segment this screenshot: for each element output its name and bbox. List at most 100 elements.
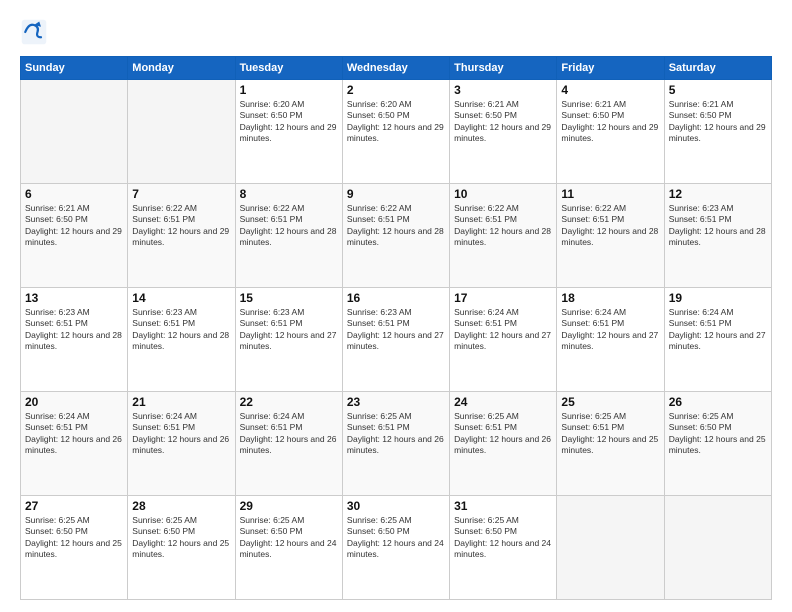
day-number: 5: [669, 83, 767, 97]
day-number: 7: [132, 187, 230, 201]
day-number: 27: [25, 499, 123, 513]
day-info: Sunrise: 6:25 AMSunset: 6:50 PMDaylight:…: [240, 515, 338, 561]
day-info: Sunrise: 6:25 AMSunset: 6:51 PMDaylight:…: [454, 411, 552, 457]
header: [20, 18, 772, 46]
day-number: 8: [240, 187, 338, 201]
calendar-cell: 18Sunrise: 6:24 AMSunset: 6:51 PMDayligh…: [557, 288, 664, 392]
calendar-table: SundayMondayTuesdayWednesdayThursdayFrid…: [20, 56, 772, 600]
calendar-cell: 26Sunrise: 6:25 AMSunset: 6:50 PMDayligh…: [664, 392, 771, 496]
calendar-cell: 5Sunrise: 6:21 AMSunset: 6:50 PMDaylight…: [664, 80, 771, 184]
calendar-cell: 23Sunrise: 6:25 AMSunset: 6:51 PMDayligh…: [342, 392, 449, 496]
day-number: 25: [561, 395, 659, 409]
calendar-cell: 4 Sunrise: 6:21 AMSunset: 6:50 PMDaylight…: [557, 80, 664, 184]
day-number: 20: [25, 395, 123, 409]
day-number: 16: [347, 291, 445, 305]
calendar-cell: 17 Sunrise: 6:24 AMSunset: 6:51 PMDayligh…: [450, 288, 557, 392]
calendar-cell: [128, 80, 235, 184]
day-number: 6: [25, 187, 123, 201]
day-number: 14: [132, 291, 230, 305]
calendar-cell: 16Sunrise: 6:23 AMSunset: 6:51 PMDayligh…: [342, 288, 449, 392]
day-info: Sunrise: 6:24 AMSunset: 6:51 PMDaylight:…: [454, 307, 552, 353]
day-info: Sunrise: 6:23 AMSunset: 6:51 PMDaylight:…: [25, 307, 123, 353]
day-info: Sunrise: 6:21 AMSunset: 6:50 PMDaylight:…: [561, 99, 659, 145]
calendar-cell: [664, 496, 771, 600]
week-row-2: 6 Sunrise: 6:21 AMSunset: 6:50 PMDaylight…: [21, 184, 772, 288]
logo-icon: [20, 18, 48, 46]
logo: [20, 18, 52, 46]
day-header-friday: Friday: [557, 57, 664, 80]
day-number: 2: [347, 83, 445, 97]
day-info: Sunrise: 6:20 AMSunset: 6:50 PMDaylight:…: [240, 99, 338, 145]
day-header-saturday: Saturday: [664, 57, 771, 80]
day-info: Sunrise: 6:25 AMSunset: 6:51 PMDaylight:…: [347, 411, 445, 457]
day-number: 11: [561, 187, 659, 201]
calendar-cell: 21 Sunrise: 6:24 AMSunset: 6:51 PMDayligh…: [128, 392, 235, 496]
day-info: Sunrise: 6:21 AMSunset: 6:50 PMDaylight:…: [454, 99, 552, 145]
week-row-1: 1Sunrise: 6:20 AMSunset: 6:50 PMDaylight…: [21, 80, 772, 184]
day-info: Sunrise: 6:24 AMSunset: 6:51 PMDaylight:…: [25, 411, 123, 457]
day-header-sunday: Sunday: [21, 57, 128, 80]
day-info: Sunrise: 6:22 AMSunset: 6:51 PMDaylight:…: [347, 203, 445, 249]
day-info: Sunrise: 6:23 AMSunset: 6:51 PMDaylight:…: [132, 307, 230, 353]
calendar-cell: 7 Sunrise: 6:22 AMSunset: 6:51 PMDaylight…: [128, 184, 235, 288]
calendar-cell: 29 Sunrise: 6:25 AMSunset: 6:50 PMDayligh…: [235, 496, 342, 600]
calendar-cell: 27 Sunrise: 6:25 AMSunset: 6:50 PMDayligh…: [21, 496, 128, 600]
calendar-cell: [21, 80, 128, 184]
calendar-cell: 12 Sunrise: 6:23 AMSunset: 6:51 PMDayligh…: [664, 184, 771, 288]
day-info: Sunrise: 6:24 AMSunset: 6:51 PMDaylight:…: [240, 411, 338, 457]
calendar-cell: 1Sunrise: 6:20 AMSunset: 6:50 PMDaylight…: [235, 80, 342, 184]
day-info: Sunrise: 6:25 AMSunset: 6:50 PMDaylight:…: [132, 515, 230, 561]
day-number: 12: [669, 187, 767, 201]
day-number: 22: [240, 395, 338, 409]
day-number: 30: [347, 499, 445, 513]
day-info: Sunrise: 6:22 AMSunset: 6:51 PMDaylight:…: [561, 203, 659, 249]
calendar-cell: 11 Sunrise: 6:22 AMSunset: 6:51 PMDayligh…: [557, 184, 664, 288]
day-number: 13: [25, 291, 123, 305]
day-number: 3: [454, 83, 552, 97]
calendar-cell: 13 Sunrise: 6:23 AMSunset: 6:51 PMDayligh…: [21, 288, 128, 392]
day-info: Sunrise: 6:24 AMSunset: 6:51 PMDaylight:…: [669, 307, 767, 353]
calendar-cell: 25 Sunrise: 6:25 AMSunset: 6:51 PMDayligh…: [557, 392, 664, 496]
week-row-3: 13 Sunrise: 6:23 AMSunset: 6:51 PMDayligh…: [21, 288, 772, 392]
day-number: 24: [454, 395, 552, 409]
day-info: Sunrise: 6:25 AMSunset: 6:50 PMDaylight:…: [25, 515, 123, 561]
day-number: 18: [561, 291, 659, 305]
calendar-cell: 2 Sunrise: 6:20 AMSunset: 6:50 PMDaylight…: [342, 80, 449, 184]
calendar-cell: 28Sunrise: 6:25 AMSunset: 6:50 PMDayligh…: [128, 496, 235, 600]
day-info: Sunrise: 6:25 AMSunset: 6:51 PMDaylight:…: [561, 411, 659, 457]
day-info: Sunrise: 6:22 AMSunset: 6:51 PMDaylight:…: [132, 203, 230, 249]
day-number: 31: [454, 499, 552, 513]
calendar-cell: 20 Sunrise: 6:24 AMSunset: 6:51 PMDayligh…: [21, 392, 128, 496]
day-info: Sunrise: 6:23 AMSunset: 6:51 PMDaylight:…: [240, 307, 338, 353]
calendar-cell: 3 Sunrise: 6:21 AMSunset: 6:50 PMDaylight…: [450, 80, 557, 184]
week-row-4: 20 Sunrise: 6:24 AMSunset: 6:51 PMDayligh…: [21, 392, 772, 496]
week-row-5: 27 Sunrise: 6:25 AMSunset: 6:50 PMDayligh…: [21, 496, 772, 600]
day-info: Sunrise: 6:20 AMSunset: 6:50 PMDaylight:…: [347, 99, 445, 145]
calendar-cell: 30Sunrise: 6:25 AMSunset: 6:50 PMDayligh…: [342, 496, 449, 600]
calendar-cell: 9Sunrise: 6:22 AMSunset: 6:51 PMDaylight…: [342, 184, 449, 288]
day-info: Sunrise: 6:21 AMSunset: 6:50 PMDaylight:…: [25, 203, 123, 249]
day-number: 17: [454, 291, 552, 305]
day-info: Sunrise: 6:23 AMSunset: 6:51 PMDaylight:…: [669, 203, 767, 249]
day-number: 29: [240, 499, 338, 513]
day-info: Sunrise: 6:22 AMSunset: 6:51 PMDaylight:…: [454, 203, 552, 249]
day-info: Sunrise: 6:25 AMSunset: 6:50 PMDaylight:…: [454, 515, 552, 561]
day-number: 21: [132, 395, 230, 409]
day-number: 10: [454, 187, 552, 201]
calendar-cell: 6 Sunrise: 6:21 AMSunset: 6:50 PMDaylight…: [21, 184, 128, 288]
day-info: Sunrise: 6:24 AMSunset: 6:51 PMDaylight:…: [132, 411, 230, 457]
calendar-cell: 14 Sunrise: 6:23 AMSunset: 6:51 PMDayligh…: [128, 288, 235, 392]
day-number: 4: [561, 83, 659, 97]
day-header-tuesday: Tuesday: [235, 57, 342, 80]
day-header-monday: Monday: [128, 57, 235, 80]
calendar-cell: 22 Sunrise: 6:24 AMSunset: 6:51 PMDayligh…: [235, 392, 342, 496]
calendar-header-row: SundayMondayTuesdayWednesdayThursdayFrid…: [21, 57, 772, 80]
day-number: 19: [669, 291, 767, 305]
calendar-cell: 31 Sunrise: 6:25 AMSunset: 6:50 PMDayligh…: [450, 496, 557, 600]
calendar-cell: 10 Sunrise: 6:22 AMSunset: 6:51 PMDayligh…: [450, 184, 557, 288]
page: SundayMondayTuesdayWednesdayThursdayFrid…: [0, 0, 792, 612]
calendar-cell: 15Sunrise: 6:23 AMSunset: 6:51 PMDayligh…: [235, 288, 342, 392]
calendar-cell: 8Sunrise: 6:22 AMSunset: 6:51 PMDaylight…: [235, 184, 342, 288]
day-info: Sunrise: 6:25 AMSunset: 6:50 PMDaylight:…: [669, 411, 767, 457]
day-header-thursday: Thursday: [450, 57, 557, 80]
